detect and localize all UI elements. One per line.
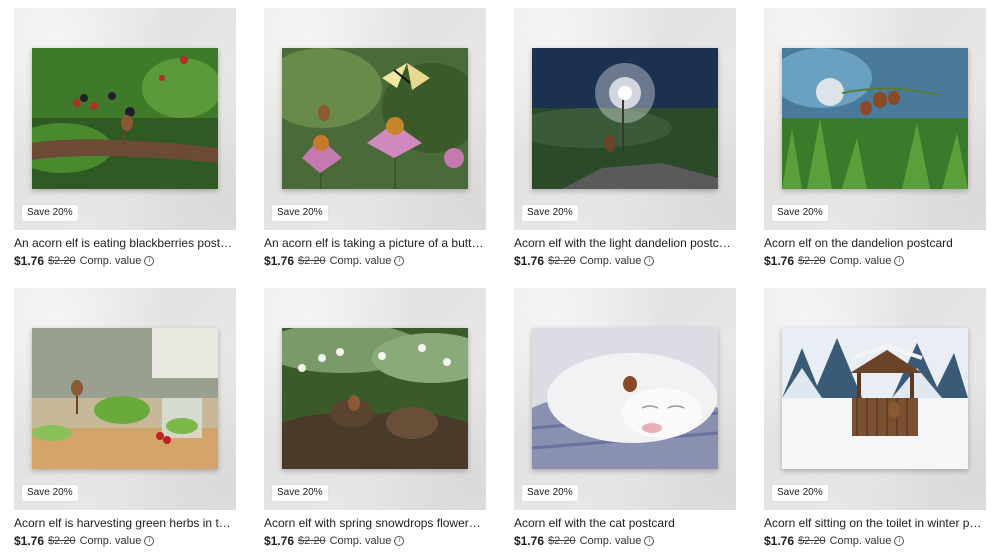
price-row: $1.76 $2.20 Comp. value i bbox=[764, 254, 986, 268]
original-price: $2.20 bbox=[48, 535, 76, 547]
product-title[interactable]: An acorn elf is taking a picture of a bu… bbox=[264, 236, 486, 251]
postcard-image bbox=[532, 48, 718, 189]
original-price: $2.20 bbox=[548, 255, 576, 267]
info-circle-icon[interactable]: i bbox=[894, 256, 905, 266]
comp-value-label: Comp. value bbox=[829, 535, 892, 547]
product-card[interactable]: Save 20% Acorn elf with spring snowdrops… bbox=[264, 288, 486, 548]
price-row: $1.76 $2.20 Comp. value i bbox=[514, 534, 736, 548]
price-row: $1.76 $2.20 Comp. value i bbox=[264, 254, 486, 268]
original-price: $2.20 bbox=[798, 535, 826, 547]
postcard-image bbox=[282, 48, 468, 189]
info-circle-icon[interactable]: i bbox=[894, 536, 905, 546]
product-card[interactable]: Save 20% Acorn elf sitting on the toilet… bbox=[764, 288, 986, 548]
comp-value-label: Comp. value bbox=[579, 535, 642, 547]
product-thumbnail[interactable]: Save 20% bbox=[264, 8, 486, 230]
sale-price: $1.76 bbox=[264, 254, 295, 268]
original-price: $2.20 bbox=[298, 255, 326, 267]
info-circle-icon[interactable]: i bbox=[144, 256, 155, 266]
product-thumbnail[interactable]: Save 20% bbox=[764, 288, 986, 510]
original-price: $2.20 bbox=[298, 535, 326, 547]
price-row: $1.76 $2.20 Comp. value i bbox=[14, 254, 236, 268]
price-row: $1.76 $2.20 Comp. value i bbox=[264, 534, 486, 548]
product-title[interactable]: An acorn elf is eating blackberries post… bbox=[14, 236, 236, 251]
sale-price: $1.76 bbox=[514, 254, 545, 268]
info-circle-icon[interactable]: i bbox=[394, 256, 405, 266]
price-row: $1.76 $2.20 Comp. value i bbox=[764, 534, 986, 548]
save-badge: Save 20% bbox=[272, 485, 328, 501]
product-thumbnail[interactable]: Save 20% bbox=[14, 288, 236, 510]
product-thumbnail[interactable]: Save 20% bbox=[514, 8, 736, 230]
product-card[interactable]: Save 20% Acorn elf is harvesting green h… bbox=[14, 288, 236, 548]
postcard-image bbox=[32, 48, 218, 189]
info-circle-icon[interactable]: i bbox=[644, 256, 655, 266]
original-price: $2.20 bbox=[48, 255, 76, 267]
product-title[interactable]: Acorn elf with the light dandelion postc… bbox=[514, 236, 736, 251]
postcard-image bbox=[282, 328, 468, 469]
comp-value-label: Comp. value bbox=[329, 255, 392, 267]
price-row: $1.76 $2.20 Comp. value i bbox=[14, 534, 236, 548]
product-card[interactable]: Save 20% Acorn elf with the light dandel… bbox=[514, 8, 736, 268]
comp-value-label: Comp. value bbox=[79, 255, 142, 267]
product-card[interactable]: Save 20% An acorn elf is taking a pictur… bbox=[264, 8, 486, 268]
save-badge: Save 20% bbox=[272, 205, 328, 221]
sale-price: $1.76 bbox=[514, 534, 545, 548]
price-row: $1.76 $2.20 Comp. value i bbox=[514, 254, 736, 268]
sale-price: $1.76 bbox=[764, 254, 795, 268]
sale-price: $1.76 bbox=[764, 534, 795, 548]
info-circle-icon[interactable]: i bbox=[144, 536, 155, 546]
product-thumbnail[interactable]: Save 20% bbox=[14, 8, 236, 230]
postcard-image bbox=[32, 328, 218, 469]
product-thumbnail[interactable]: Save 20% bbox=[264, 288, 486, 510]
save-badge: Save 20% bbox=[522, 205, 578, 221]
product-title[interactable]: Acorn elf with spring snowdrops flowers … bbox=[264, 516, 486, 531]
save-badge: Save 20% bbox=[772, 485, 828, 501]
save-badge: Save 20% bbox=[22, 205, 78, 221]
postcard-image bbox=[782, 328, 968, 469]
save-badge: Save 20% bbox=[772, 205, 828, 221]
comp-value-label: Comp. value bbox=[79, 535, 142, 547]
sale-price: $1.76 bbox=[14, 534, 45, 548]
product-card[interactable]: Save 20% Acorn elf on the dandelion post… bbox=[764, 8, 986, 268]
product-title[interactable]: Acorn elf is harvesting green herbs in t… bbox=[14, 516, 236, 531]
save-badge: Save 20% bbox=[522, 485, 578, 501]
save-badge: Save 20% bbox=[22, 485, 78, 501]
sale-price: $1.76 bbox=[264, 534, 295, 548]
original-price: $2.20 bbox=[548, 535, 576, 547]
product-thumbnail[interactable]: Save 20% bbox=[514, 288, 736, 510]
comp-value-label: Comp. value bbox=[329, 535, 392, 547]
comp-value-label: Comp. value bbox=[829, 255, 892, 267]
comp-value-label: Comp. value bbox=[579, 255, 642, 267]
product-grid: Save 20% An acorn elf is eating blackber… bbox=[0, 0, 1001, 560]
product-thumbnail[interactable]: Save 20% bbox=[764, 8, 986, 230]
product-title[interactable]: Acorn elf sitting on the toilet in winte… bbox=[764, 516, 986, 531]
product-card[interactable]: Save 20% Acorn elf with the cat postcard… bbox=[514, 288, 736, 548]
postcard-image bbox=[782, 48, 968, 189]
product-title[interactable]: Acorn elf on the dandelion postcard bbox=[764, 236, 986, 251]
original-price: $2.20 bbox=[798, 255, 826, 267]
product-title[interactable]: Acorn elf with the cat postcard bbox=[514, 516, 736, 531]
product-card[interactable]: Save 20% An acorn elf is eating blackber… bbox=[14, 8, 236, 268]
info-circle-icon[interactable]: i bbox=[394, 536, 405, 546]
sale-price: $1.76 bbox=[14, 254, 45, 268]
info-circle-icon[interactable]: i bbox=[644, 536, 655, 546]
postcard-image bbox=[532, 328, 718, 469]
